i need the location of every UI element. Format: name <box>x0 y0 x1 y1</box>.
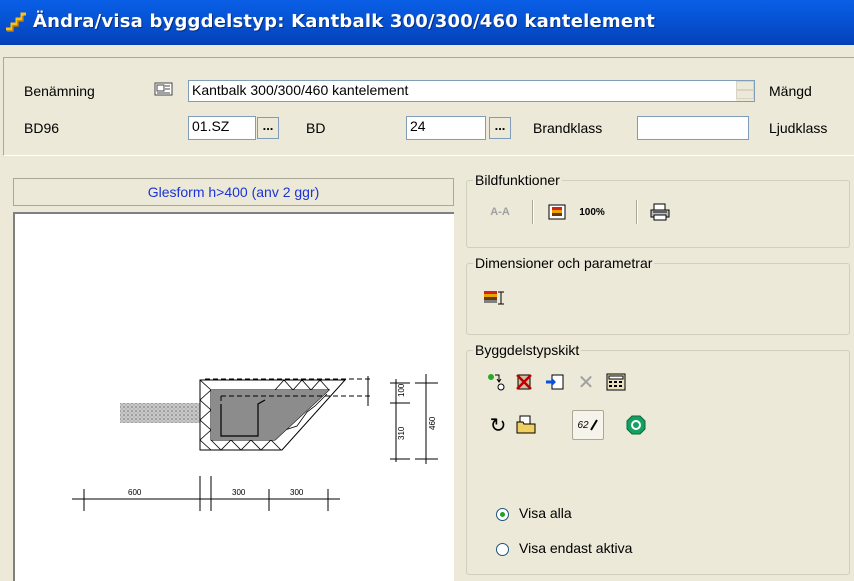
brandklass-label: Brandklass <box>533 120 603 136</box>
radio-visa-alla[interactable] <box>496 508 509 521</box>
properties-panel <box>3 57 854 156</box>
calculator-icon[interactable] <box>604 370 628 394</box>
cross-section-drawing: 100 310 460 600 300 300 <box>72 374 438 511</box>
dim-label-310: 310 <box>397 426 406 440</box>
mangd-label: Mängd <box>769 83 812 99</box>
dim-label-300a: 300 <box>232 488 246 497</box>
window-title: Ändra/visa byggdelstyp: Kantbalk 300/300… <box>33 11 656 32</box>
separator <box>532 200 534 224</box>
open-folder-icon[interactable] <box>514 413 538 437</box>
brandklass-field[interactable] <box>637 116 749 140</box>
refresh-icon[interactable]: ↻ <box>486 413 510 437</box>
title-bar: Ändra/visa byggdelstyp: Kantbalk 300/300… <box>0 0 854 45</box>
concrete-fill <box>211 390 329 440</box>
bd-label: BD <box>306 120 326 136</box>
dim-label-600: 600 <box>128 488 142 497</box>
pencil-icon <box>589 419 598 431</box>
drawing-header: Glesform h>400 (anv 2 ggr) <box>13 178 454 206</box>
section-view-icon[interactable]: A-A <box>485 200 515 224</box>
dimension-param-icon[interactable] <box>482 286 506 310</box>
edit-layer-button[interactable]: 62 <box>572 410 604 440</box>
bd-field[interactable]: 24 <box>406 116 486 140</box>
benamning-spinner[interactable] <box>736 81 754 101</box>
bd96-field[interactable]: 01.SZ <box>188 116 256 140</box>
bildfunktioner-title: Bildfunktioner <box>473 172 562 188</box>
octagon-icon[interactable] <box>624 413 648 437</box>
import-layer-icon[interactable] <box>543 370 567 394</box>
dimensioner-group: Dimensioner och parametrar <box>466 255 850 335</box>
dim-label-300b: 300 <box>290 488 304 497</box>
separator <box>636 200 638 224</box>
print-icon[interactable] <box>648 200 672 224</box>
gravel-fill <box>120 403 200 423</box>
ljudklass-label: Ljudklass <box>769 120 828 136</box>
delete-layer-icon[interactable] <box>512 370 536 394</box>
layers-color-icon[interactable] <box>545 200 569 224</box>
dimensioner-title: Dimensioner och parametrar <box>473 255 655 271</box>
add-layer-icon[interactable] <box>485 370 509 394</box>
dim-label-460: 460 <box>428 416 437 430</box>
drawing-canvas[interactable]: 100 310 460 600 300 300 <box>13 212 454 581</box>
bd96-browse-button[interactable]: ... <box>257 117 279 139</box>
bd96-label: BD96 <box>24 120 60 136</box>
radio-visa-aktiva-label[interactable]: Visa endast aktiva <box>519 540 632 556</box>
skikt-title: Byggdelstypskikt <box>473 342 582 358</box>
remove-layer-icon[interactable]: ✕ <box>574 370 598 394</box>
text-format-icon[interactable] <box>154 81 174 101</box>
bd-browse-button[interactable]: ... <box>489 117 511 139</box>
radio-visa-aktiva[interactable] <box>496 543 509 556</box>
benamning-field[interactable]: Kantbalk 300/300/460 kantelement <box>188 80 755 102</box>
edit-layer-label: 62 <box>577 419 589 431</box>
zoom-100-icon[interactable]: 100% <box>577 200 607 224</box>
stairs-icon <box>4 11 28 36</box>
benamning-label: Benämning <box>24 83 95 99</box>
dim-label-100: 100 <box>397 383 406 397</box>
radio-visa-alla-label[interactable]: Visa alla <box>519 505 572 521</box>
